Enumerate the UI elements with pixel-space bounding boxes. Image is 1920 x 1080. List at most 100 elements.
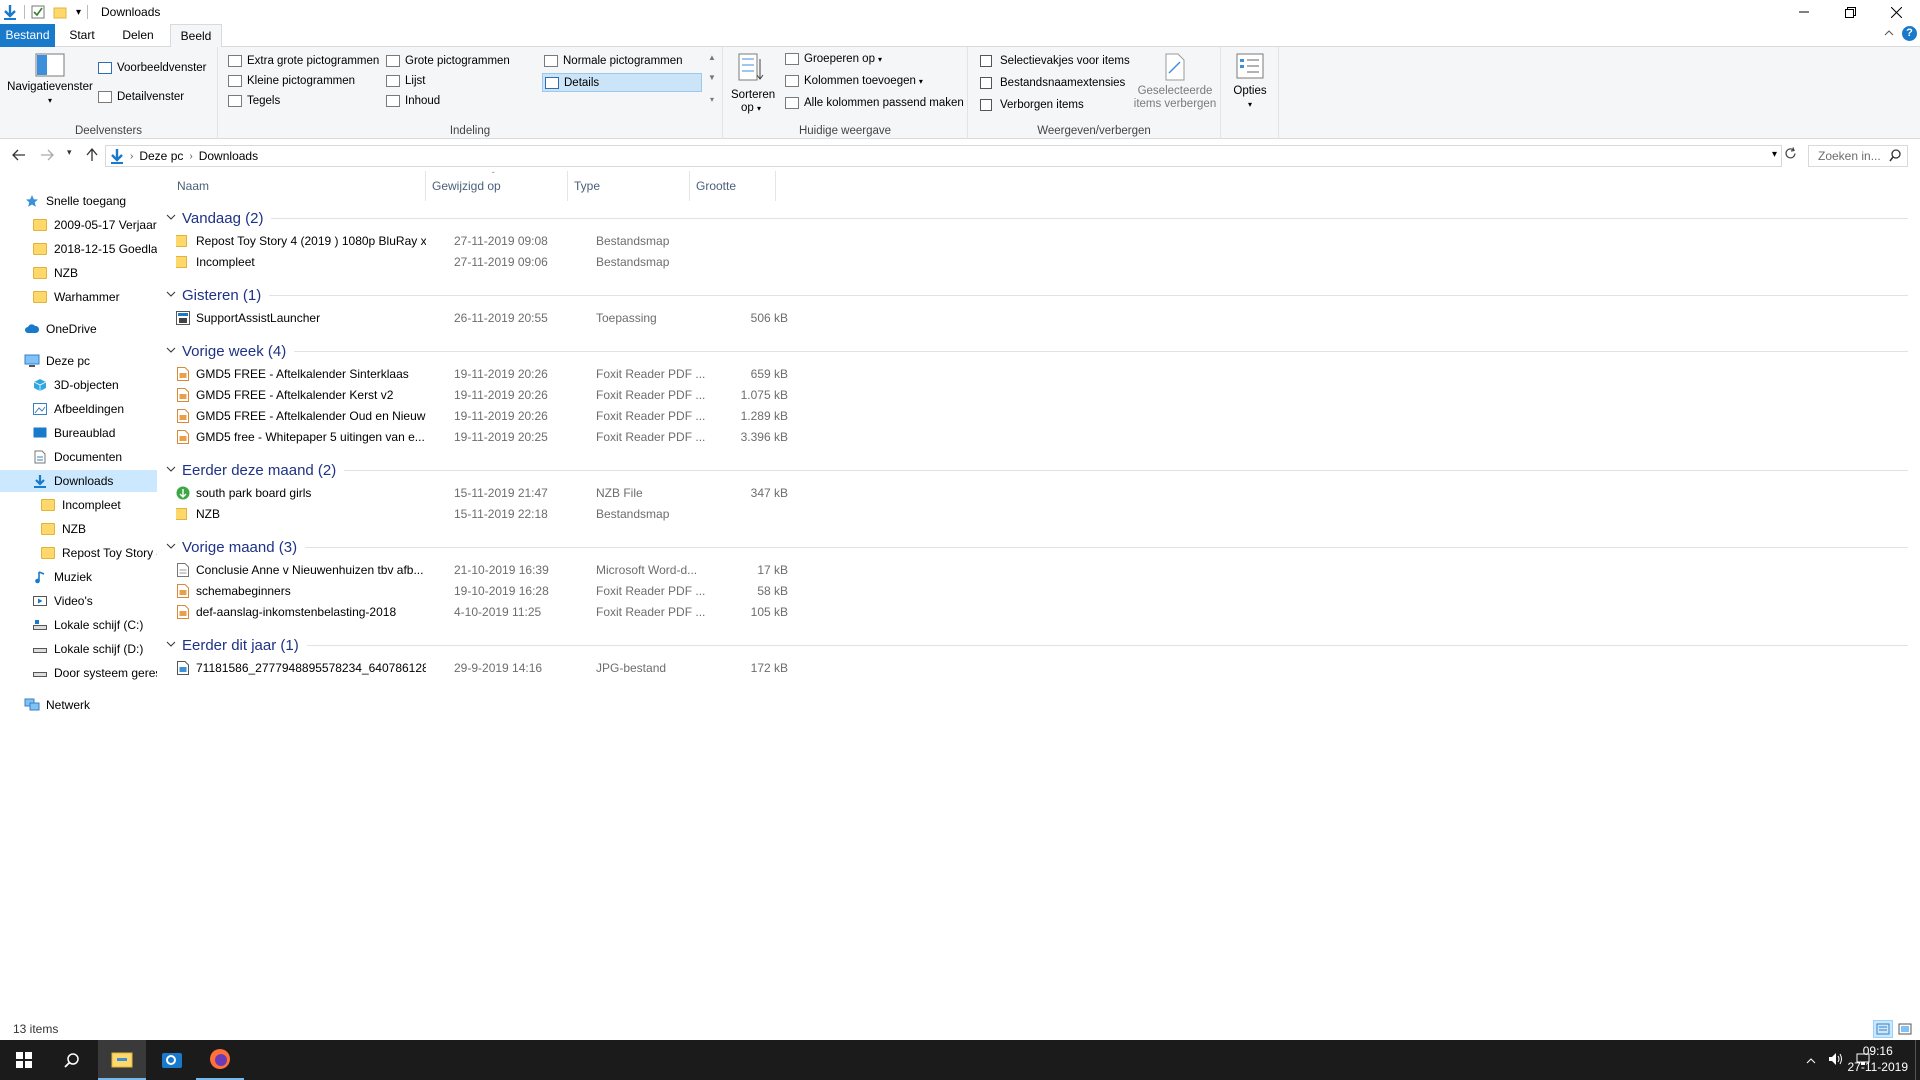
chevron-down-icon[interactable] [166,640,176,651]
chevron-down-icon[interactable] [166,290,176,301]
column-header-name[interactable]: Naam [171,171,426,201]
group-header[interactable]: Eerder dit jaar (1) [166,633,299,657]
file-row[interactable]: def-aanslag-inkomstenbelasting-2018 4-10-… [176,602,936,623]
file-row[interactable]: NZB 15-11-2019 22:18 Bestandsmap [176,504,936,525]
nav-downloads-child[interactable]: Incompleet [0,494,157,516]
sort-by-button[interactable]: Sorteren op ▾ [731,53,775,115]
tab-beeld[interactable]: Beeld [170,24,222,48]
file-row[interactable]: GMD5 FREE - Aftelkalender Oud en Nieuw 19… [176,406,936,427]
layout-medium-icons[interactable]: Normale pictogrammen [544,55,683,67]
chevron-down-icon[interactable] [166,346,176,357]
tab-bestand[interactable]: Bestand [0,24,55,47]
group-header[interactable]: Vorige week (4) [166,339,286,363]
file-row[interactable]: GMD5 FREE - Aftelkalender Kerst v2 19-11-… [176,385,936,406]
volume-icon[interactable] [1828,1052,1844,1069]
nav-onedrive[interactable]: OneDrive [0,318,157,340]
nav-drive-d[interactable]: Lokale schijf (D:) [0,638,157,660]
group-header[interactable]: Eerder deze maand (2) [166,458,336,482]
breadcrumb-deze-pc[interactable]: Deze pc [139,149,183,163]
item-checkboxes-checkbox[interactable] [980,55,992,67]
group-header[interactable]: Vandaag (2) [166,206,263,230]
nav-deze-pc[interactable]: Deze pc [0,350,157,372]
file-extensions-checkbox[interactable] [980,77,992,89]
file-extensions-toggle[interactable]: Bestandsnaamextensies [980,77,1125,89]
nav-drive-c[interactable]: Lokale schijf (C:) [0,614,157,636]
layout-scroll-up-icon[interactable]: ▲ [706,53,718,62]
firefox-taskbar-button[interactable] [196,1040,244,1080]
help-icon[interactable]: ? [1902,26,1917,41]
file-explorer-taskbar-button[interactable] [98,1040,146,1080]
nav-downloads-child[interactable]: NZB [0,518,157,540]
collapse-ribbon-icon[interactable] [1884,27,1894,39]
large-icons-view-button[interactable] [1895,1020,1915,1038]
start-button[interactable] [0,1040,48,1080]
hidden-items-toggle[interactable]: Verborgen items [980,99,1084,111]
nav-downloads-child[interactable]: Repost Toy Story 4 [0,542,157,564]
nav-muziek[interactable]: Muziek [0,566,157,588]
nav-afbeeldingen[interactable]: Afbeeldingen [0,398,157,420]
up-button[interactable] [86,147,98,165]
nav-quick-item[interactable]: Warhammer [0,286,157,308]
file-row[interactable]: GMD5 FREE - Aftelkalender Sinterklaas 19-… [176,364,936,385]
nav-bureaublad[interactable]: Bureaublad [0,422,157,444]
customize-quick-access-icon[interactable]: ▾ [76,7,81,18]
search-icon[interactable] [1889,149,1901,165]
item-checkboxes-toggle[interactable]: Selectievakjes voor items [980,55,1130,67]
nav-documenten[interactable]: Documenten [0,446,157,468]
layout-content[interactable]: Inhoud [386,95,440,107]
column-header-size[interactable]: Grootte [690,171,776,201]
layout-large-icons[interactable]: Grote pictogrammen [386,55,510,67]
downloads-arrow-icon[interactable] [2,4,18,20]
show-desktop-button[interactable] [1915,1040,1920,1080]
search-input[interactable]: Zoeken in... [1808,145,1908,167]
group-by-button[interactable]: Groeperen op ▾ [785,53,882,65]
nav-videos[interactable]: Video's [0,590,157,612]
layout-list[interactable]: Lijst [386,75,425,87]
group-header[interactable]: Vorige maand (3) [166,535,297,559]
recent-locations-icon[interactable]: ▾ [67,147,72,158]
details-pane-button[interactable]: Detailvenster [98,91,184,103]
properties-icon[interactable] [30,4,46,20]
nav-downloads[interactable]: Downloads [0,470,157,492]
file-row[interactable]: Repost Toy Story 4 (2019 ) 1080p BluRay … [176,231,936,252]
nav-netwerk[interactable]: Netwerk [0,694,157,716]
layout-expand-icon[interactable]: ▾ [706,95,718,104]
show-hidden-icons-icon[interactable] [1806,1053,1816,1067]
tab-delen[interactable]: Delen [116,24,160,47]
file-row[interactable]: Conclusie Anne v Nieuwenhuizen tbv afb..… [176,560,936,581]
new-folder-icon[interactable] [52,4,68,20]
nav-3d-objecten[interactable]: 3D-objecten [0,374,157,396]
chevron-down-icon[interactable] [166,213,176,224]
column-header-modified[interactable]: Gewijzigd op ˇ [426,171,568,201]
nav-quick-item[interactable]: 2009-05-17 Verjaard [0,214,157,236]
breadcrumb-separator-icon[interactable]: › [189,151,192,162]
clock[interactable]: 09:16 27-11-2019 [1848,1043,1909,1075]
add-columns-button[interactable]: Kolommen toevoegen ▾ [785,75,923,87]
breadcrumb-separator-icon[interactable]: › [130,151,133,162]
close-button[interactable] [1873,0,1919,24]
chevron-down-icon[interactable] [166,542,176,553]
nav-snelle-toegang[interactable]: Snelle toegang [0,190,157,212]
outlook-taskbar-button[interactable] [148,1040,196,1080]
hidden-items-checkbox[interactable] [980,99,992,111]
search-taskbar-button[interactable] [48,1040,96,1080]
layout-details[interactable]: Details [542,73,702,92]
details-view-button[interactable] [1873,1020,1893,1038]
navigation-pane-button[interactable]: Navigatievenster ▾ [4,53,96,107]
chevron-down-icon[interactable] [166,465,176,476]
file-row[interactable]: Incompleet 27-11-2019 09:06 Bestandsmap [176,252,936,273]
restore-button[interactable] [1827,0,1873,24]
preview-pane-button[interactable]: Voorbeeldvenster [98,62,207,74]
layout-tiles[interactable]: Tegels [228,95,280,107]
address-history-icon[interactable]: ▾ [1772,149,1777,160]
nav-system-reserved[interactable]: Door systeem geres [0,662,157,684]
layout-scroll-down-icon[interactable]: ▼ [706,73,718,82]
nav-quick-item[interactable]: 2018-12-15 Goedlar [0,238,157,260]
options-button[interactable]: Opties ▾ [1223,53,1277,111]
file-row[interactable]: 71181586_2777948895578234_6407861283... 2… [176,658,936,679]
file-row[interactable]: schemabeginners 19-10-2019 16:28 Foxit Rea… [176,581,936,602]
breadcrumb-downloads[interactable]: Downloads [199,149,258,163]
back-button[interactable] [12,148,26,164]
file-row[interactable]: SupportAssistLauncher 26-11-2019 20:55 Toe… [176,308,936,329]
refresh-button[interactable] [1784,147,1797,163]
